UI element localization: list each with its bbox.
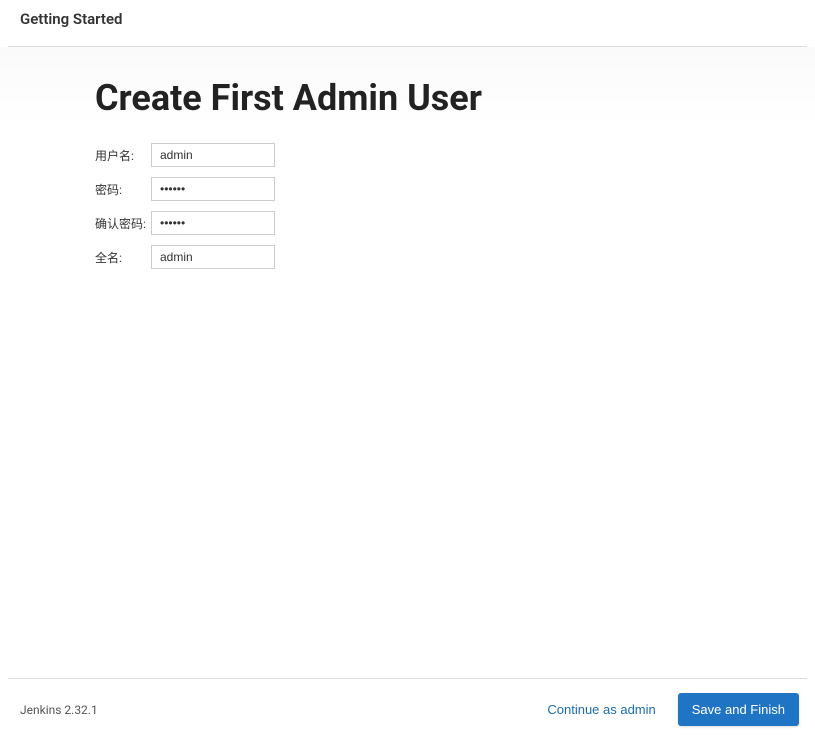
- username-input[interactable]: [151, 143, 275, 167]
- content-area: Create First Admin User 用户名: 密码: 确认密码: 全…: [0, 47, 815, 659]
- confirm-password-input[interactable]: [151, 211, 275, 235]
- wizard-header: Getting Started: [0, 0, 815, 38]
- form-row-username: 用户名:: [95, 143, 725, 167]
- fullname-label: 全名:: [95, 249, 151, 266]
- username-label: 用户名:: [95, 147, 151, 164]
- wizard-footer: Jenkins 2.32.1 Continue as admin Save an…: [8, 678, 807, 744]
- save-and-finish-button[interactable]: Save and Finish: [678, 693, 799, 726]
- form-row-confirm-password: 确认密码:: [95, 211, 725, 235]
- version-label: Jenkins 2.32.1: [20, 703, 98, 717]
- form-row-fullname: 全名:: [95, 245, 725, 269]
- page-title: Create First Admin User: [95, 77, 725, 119]
- confirm-password-label: 确认密码:: [95, 215, 151, 232]
- continue-as-admin-button[interactable]: Continue as admin: [543, 696, 659, 723]
- footer-actions: Continue as admin Save and Finish: [543, 693, 799, 726]
- wizard-title: Getting Started: [20, 10, 122, 28]
- fullname-input[interactable]: [151, 245, 275, 269]
- password-input[interactable]: [151, 177, 275, 201]
- form-row-password: 密码:: [95, 177, 725, 201]
- password-label: 密码:: [95, 181, 151, 198]
